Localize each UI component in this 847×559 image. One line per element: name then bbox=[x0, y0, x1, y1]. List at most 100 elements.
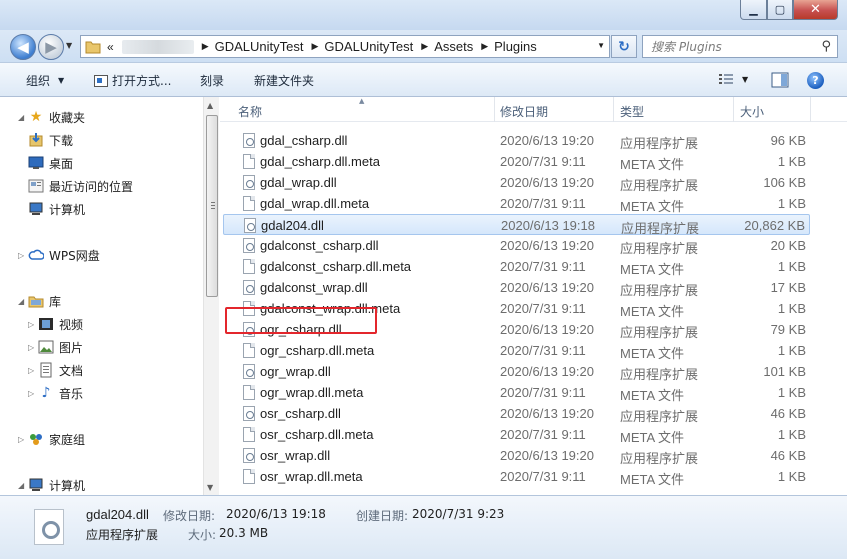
sidebar-item-music[interactable]: ▷ ♪ 音乐 bbox=[28, 383, 83, 403]
back-arrow-icon: ◀ bbox=[17, 38, 29, 56]
sidebar-item-desktop[interactable]: 桌面 bbox=[28, 153, 73, 173]
forward-button[interactable]: ▶ bbox=[38, 34, 64, 60]
help-icon[interactable]: ? bbox=[807, 72, 824, 89]
file-row[interactable]: gdalconst_csharp.dll 2020/6/13 19:20 应用程序扩… bbox=[223, 235, 810, 256]
breadcrumb-overflow[interactable]: « bbox=[107, 40, 114, 54]
file-size: 1 KB bbox=[777, 154, 806, 169]
breadcrumb-segment[interactable]: ▶ Assets bbox=[413, 39, 473, 54]
expand-arrow-icon[interactable]: ◢ bbox=[18, 481, 28, 490]
file-size: 1 KB bbox=[777, 259, 806, 274]
sidebar-item-favorites[interactable]: ◢ ★ 收藏夹 bbox=[18, 107, 85, 127]
file-row[interactable]: gdal_csharp.dll 2020/6/13 19:20 应用程序扩展 96 K… bbox=[223, 130, 810, 151]
expand-arrow-icon[interactable]: ▷ bbox=[28, 343, 38, 352]
address-bar[interactable]: « ▶ GDALUnityTest ▶ GDALUnityTest ▶ Assets … bbox=[80, 35, 610, 58]
file-row[interactable]: gdalconst_csharp.dll.meta 2020/7/31 9:11 M… bbox=[223, 256, 810, 277]
sidebar-item-downloads[interactable]: 下载 bbox=[28, 130, 73, 150]
file-row[interactable]: gdal204.dll 2020/6/13 19:18 应用程序扩展 20,862 K… bbox=[223, 214, 810, 236]
maximize-button[interactable]: ▢ bbox=[767, 0, 793, 20]
close-button[interactable]: ✕ bbox=[793, 0, 838, 20]
expand-arrow-icon[interactable]: ▷ bbox=[18, 251, 28, 260]
file-row[interactable]: osr_csharp.dll.meta 2020/7/31 9:11 META 文件… bbox=[223, 424, 810, 445]
file-row[interactable]: gdal_wrap.dll.meta 2020/7/31 9:11 META 文件 1… bbox=[223, 193, 810, 214]
sidebar-item-wps-cloud[interactable]: ▷ WPS网盘 bbox=[18, 245, 100, 265]
file-row[interactable]: ogr_wrap.dll.meta 2020/7/31 9:11 META 文件 1 … bbox=[223, 382, 810, 403]
file-type: 应用程序扩展 bbox=[620, 241, 699, 256]
breadcrumb-segment[interactable]: ▶ Plugins bbox=[473, 39, 537, 54]
file-row[interactable]: osr_wrap.dll 2020/6/13 19:20 应用程序扩展 46 KB bbox=[223, 445, 810, 466]
scrollbar-grip bbox=[211, 208, 215, 209]
preview-pane-button[interactable] bbox=[771, 72, 789, 88]
scroll-up-icon[interactable]: ▲ bbox=[207, 101, 213, 110]
expand-arrow-icon[interactable]: ◢ bbox=[18, 297, 28, 306]
change-view-button[interactable]: ▼ bbox=[718, 72, 748, 86]
address-dropdown-icon[interactable]: ▼ bbox=[597, 41, 605, 50]
file-size: 46 KB bbox=[770, 448, 806, 463]
details-modified-label: 修改日期: bbox=[163, 509, 216, 523]
sidebar-item-homegroup[interactable]: ▷ 家庭组 bbox=[18, 429, 85, 449]
sidebar-item-libraries[interactable]: ◢ 库 bbox=[18, 291, 61, 311]
breadcrumb-segment[interactable]: ▶ GDALUnityTest bbox=[303, 39, 413, 54]
desktop-icon bbox=[28, 155, 44, 171]
column-header-type[interactable]: 类型 bbox=[620, 103, 644, 120]
minimize-button[interactable]: ▁ bbox=[740, 0, 767, 20]
file-modified-date: 2020/6/13 19:18 bbox=[501, 218, 595, 233]
file-row[interactable]: gdalconst_wrap.dll 2020/6/13 19:20 应用程序扩展 1… bbox=[223, 277, 810, 298]
column-divider[interactable] bbox=[810, 97, 811, 122]
new-folder-button[interactable]: 新建文件夹 bbox=[254, 72, 314, 89]
back-button[interactable]: ◀ bbox=[10, 34, 36, 60]
organize-button[interactable]: 组织 ▼ bbox=[26, 72, 64, 89]
column-divider[interactable] bbox=[613, 97, 614, 122]
breadcrumb-segment[interactable]: ▶ GDALUnityTest bbox=[194, 39, 304, 54]
file-size: 46 KB bbox=[770, 406, 806, 421]
sidebar-item-recent-places[interactable]: 最近访问的位置 bbox=[28, 176, 133, 196]
file-modified-date: 2020/7/31 9:11 bbox=[500, 301, 586, 316]
file-row[interactable]: gdal_wrap.dll 2020/6/13 19:20 应用程序扩展 106 KB bbox=[223, 172, 810, 193]
scroll-down-icon[interactable]: ▼ bbox=[207, 483, 213, 492]
file-size: 1 KB bbox=[777, 196, 806, 211]
details-created-value: 2020/7/31 9:23 bbox=[412, 507, 505, 521]
file-row[interactable]: ogr_wrap.dll 2020/6/13 19:20 应用程序扩展 101 KB bbox=[223, 361, 810, 382]
refresh-button[interactable]: ↻ bbox=[611, 35, 637, 58]
burn-button[interactable]: 刻录 bbox=[200, 72, 224, 89]
column-header-date[interactable]: 修改日期 bbox=[500, 103, 548, 120]
file-row[interactable]: ogr_csharp.dll 2020/6/13 19:20 应用程序扩展 79 KB bbox=[223, 319, 810, 340]
view-dropdown-icon[interactable]: ▼ bbox=[742, 75, 748, 84]
library-icon bbox=[28, 293, 44, 309]
expand-arrow-icon[interactable]: ▷ bbox=[28, 320, 38, 329]
file-row[interactable]: osr_csharp.dll 2020/6/13 19:20 应用程序扩展 46 KB bbox=[223, 403, 810, 424]
open-with-button[interactable]: 打开方式... bbox=[94, 72, 171, 89]
scrollbar-thumb[interactable] bbox=[206, 115, 218, 297]
sidebar-item-computer-root[interactable]: ◢ 计算机 bbox=[18, 475, 85, 495]
sidebar-item-computer[interactable]: 计算机 bbox=[28, 199, 85, 219]
expand-arrow-icon[interactable]: ▷ bbox=[28, 389, 38, 398]
file-row[interactable]: gdal_csharp.dll.meta 2020/7/31 9:11 META 文… bbox=[223, 151, 810, 172]
sidebar-item-pictures[interactable]: ▷ 图片 bbox=[28, 337, 83, 357]
column-header-size[interactable]: 大小 bbox=[740, 103, 764, 120]
documents-icon bbox=[38, 362, 54, 378]
search-icon[interactable]: ⚲ bbox=[821, 39, 831, 54]
file-name: ogr_csharp.dll bbox=[260, 322, 342, 337]
column-divider[interactable] bbox=[733, 97, 734, 122]
file-name: gdal204.dll bbox=[261, 218, 324, 233]
sidebar-item-documents[interactable]: ▷ 文档 bbox=[28, 360, 83, 380]
expand-arrow-icon[interactable]: ▷ bbox=[18, 435, 28, 444]
meta-file-icon bbox=[243, 385, 255, 400]
meta-file-icon bbox=[243, 427, 255, 442]
recent-pages-dropdown[interactable]: ▼ bbox=[66, 41, 72, 50]
dll-file-icon bbox=[243, 322, 255, 337]
column-header-name[interactable]: 名称 bbox=[238, 103, 262, 120]
file-size: 1 KB bbox=[777, 427, 806, 442]
sidebar-item-videos[interactable]: ▷ 视频 bbox=[28, 314, 83, 334]
expand-arrow-icon[interactable]: ◢ bbox=[18, 113, 28, 122]
file-size: 101 KB bbox=[763, 364, 806, 379]
file-row[interactable]: ogr_csharp.dll.meta 2020/7/31 9:11 META 文件… bbox=[223, 340, 810, 361]
file-row[interactable]: osr_wrap.dll.meta 2020/7/31 9:11 META 文件 1 … bbox=[223, 466, 810, 487]
column-divider[interactable] bbox=[494, 97, 495, 122]
file-type: 应用程序扩展 bbox=[620, 325, 699, 340]
expand-arrow-icon[interactable]: ▷ bbox=[28, 366, 38, 375]
file-row[interactable]: gdalconst_wrap.dll.meta 2020/7/31 9:11 MET… bbox=[223, 298, 810, 319]
pictures-icon bbox=[38, 339, 54, 355]
file-size: 79 KB bbox=[770, 322, 806, 337]
search-input[interactable]: 搜索 Plugins ⚲ bbox=[642, 35, 838, 58]
navigation-pane-scrollbar[interactable]: ▲ ▼ bbox=[203, 97, 219, 495]
